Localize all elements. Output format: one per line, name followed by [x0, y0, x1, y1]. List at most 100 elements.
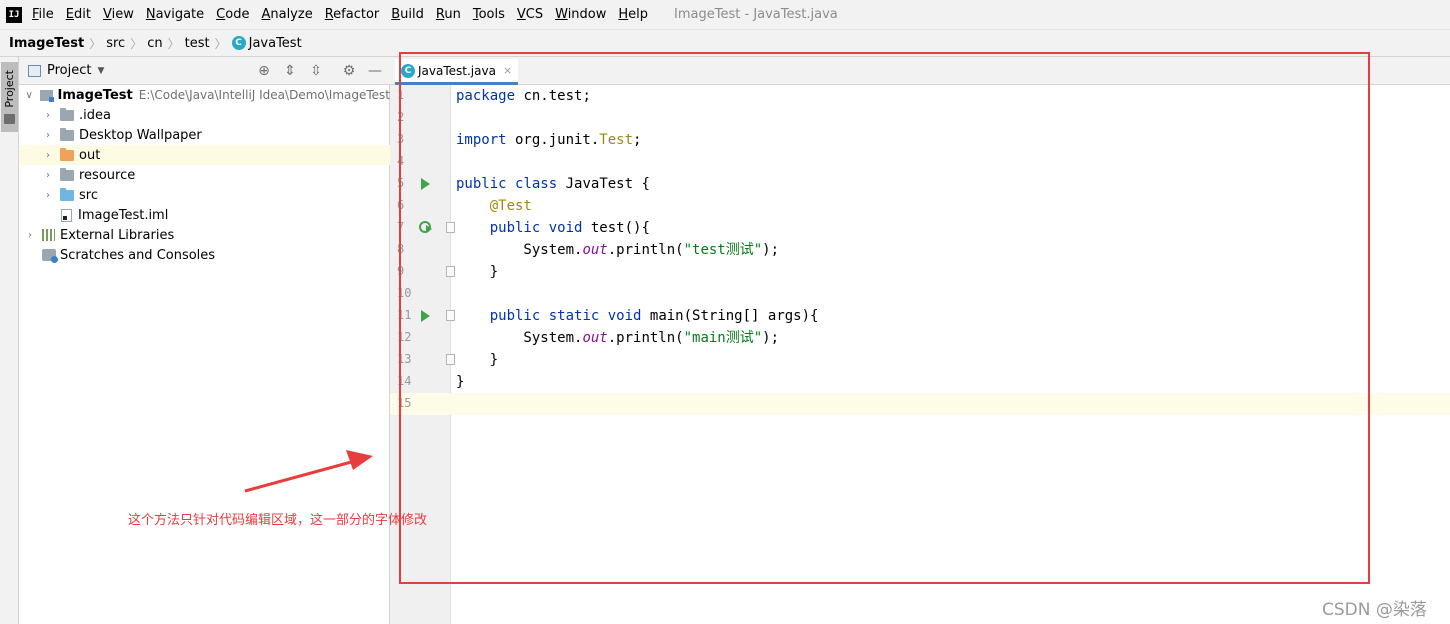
- code-line[interactable]: import org.junit.Test;: [451, 129, 1450, 151]
- tree-item-label: .idea: [79, 107, 111, 123]
- editor-tab-bar: C JavaTest.java ×: [390, 57, 1450, 85]
- menu-code[interactable]: Code: [216, 7, 249, 22]
- line-number: 10: [397, 286, 412, 300]
- line-number: 9: [397, 264, 405, 278]
- gutter-line: 2: [390, 107, 451, 129]
- line-number: 8: [397, 242, 405, 256]
- chevron-right-icon[interactable]: ›: [42, 170, 54, 181]
- code-line[interactable]: System.out.println("main测试");: [451, 327, 1450, 349]
- folder-icon: [60, 127, 74, 141]
- run-icon[interactable]: [421, 310, 430, 322]
- gutter-line: 4: [390, 151, 451, 173]
- code-line[interactable]: public void test(){: [451, 217, 1450, 239]
- gutter-line: 5: [390, 173, 451, 195]
- menu-window[interactable]: Window: [555, 7, 606, 22]
- breadcrumb-javatest[interactable]: JavaTest: [249, 36, 302, 51]
- menu-bar: IJ File Edit View Navigate Code Analyze …: [0, 0, 1450, 29]
- gutter-line: 7: [390, 217, 455, 239]
- gear-icon[interactable]: ⚙: [341, 63, 357, 79]
- menu-view[interactable]: View: [103, 7, 134, 22]
- project-view-selector[interactable]: Project: [47, 63, 91, 78]
- project-view-icon: [28, 64, 41, 77]
- tree-item-scratches[interactable]: Scratches and Consoles: [19, 245, 390, 265]
- chevron-down-icon[interactable]: ∨: [24, 90, 34, 101]
- menu-edit[interactable]: Edit: [66, 7, 91, 22]
- code-line[interactable]: }: [451, 371, 1450, 393]
- menu-analyze[interactable]: Analyze: [261, 7, 312, 22]
- watermark: CSDN @染落: [1322, 600, 1427, 620]
- chevron-right-icon: 〉: [89, 36, 102, 51]
- line-number: 14: [397, 374, 412, 388]
- chevron-right-icon[interactable]: ›: [42, 110, 54, 121]
- code-line[interactable]: public class JavaTest {: [451, 173, 1450, 195]
- code-line[interactable]: [451, 283, 1450, 305]
- code-line[interactable]: }: [451, 349, 1450, 371]
- line-number: 1: [397, 88, 405, 102]
- menu-tools[interactable]: Tools: [473, 7, 505, 22]
- chevron-right-icon[interactable]: ›: [42, 190, 54, 201]
- line-number: 5: [397, 176, 405, 190]
- menu-navigate[interactable]: Navigate: [146, 7, 204, 22]
- tree-item-src[interactable]: › src: [19, 185, 390, 205]
- scratches-icon: [42, 249, 58, 263]
- tree-item-external-libraries[interactable]: › External Libraries: [19, 225, 390, 245]
- tree-item-imagetest-iml[interactable]: ImageTest.iml: [19, 205, 390, 225]
- expand-all-icon[interactable]: ⇕: [282, 63, 298, 79]
- close-icon[interactable]: ×: [503, 64, 512, 77]
- gutter-line: 9: [390, 261, 455, 283]
- folder-icon: [60, 167, 74, 181]
- code-area[interactable]: package cn.test; import org.junit.Test; pu…: [451, 85, 1450, 624]
- tool-window-strip: Project: [0, 57, 19, 624]
- menu-refactor[interactable]: Refactor: [325, 7, 380, 22]
- editor-gutter: 1 2 3 4 5 6 7 8 9 10 11 12 13 14 15: [390, 85, 455, 624]
- chevron-right-icon[interactable]: ›: [42, 130, 54, 141]
- run-icon[interactable]: [421, 178, 430, 190]
- breadcrumb: ImageTest 〉 src 〉 cn 〉 test 〉 C JavaTest: [0, 29, 1450, 57]
- breadcrumb-cn[interactable]: cn: [147, 36, 162, 51]
- project-tool-button[interactable]: Project: [1, 62, 18, 132]
- menu-vcs[interactable]: VCS: [517, 7, 543, 22]
- code-line[interactable]: @Test: [451, 195, 1450, 217]
- breadcrumb-test[interactable]: test: [185, 36, 210, 51]
- gutter-line: 14: [390, 371, 451, 393]
- chevron-down-icon[interactable]: ▼: [97, 66, 104, 76]
- code-line[interactable]: System.out.println("test测试");: [451, 239, 1450, 261]
- code-line[interactable]: [451, 393, 1450, 415]
- code-line[interactable]: [451, 107, 1450, 129]
- breadcrumb-project[interactable]: ImageTest: [9, 36, 84, 51]
- rerun-test-icon[interactable]: [419, 221, 432, 233]
- code-line[interactable]: package cn.test;: [451, 85, 1450, 107]
- tree-item-label: Scratches and Consoles: [60, 247, 216, 263]
- excluded-folder-icon: [60, 147, 74, 161]
- tree-item-label: External Libraries: [60, 227, 175, 243]
- chevron-right-icon[interactable]: ›: [42, 150, 54, 161]
- locate-file-icon[interactable]: ⊕: [256, 63, 272, 79]
- chevron-right-icon[interactable]: ›: [24, 230, 36, 241]
- code-line[interactable]: [451, 151, 1450, 173]
- tab-javatest[interactable]: C JavaTest.java ×: [395, 59, 519, 85]
- menu-file[interactable]: File: [32, 7, 54, 22]
- tree-item-desktop-wallpaper[interactable]: › Desktop Wallpaper: [19, 125, 390, 145]
- code-line[interactable]: }: [451, 261, 1450, 283]
- tree-item-out[interactable]: › out: [19, 145, 390, 165]
- menu-help[interactable]: Help: [618, 7, 648, 22]
- tree-item-label: out: [79, 147, 101, 163]
- menu-run[interactable]: Run: [436, 7, 461, 22]
- tree-item-label: resource: [79, 167, 136, 183]
- breadcrumb-src[interactable]: src: [106, 36, 125, 51]
- code-line[interactable]: public static void main(String[] args){: [451, 305, 1450, 327]
- chevron-right-icon: 〉: [130, 36, 143, 51]
- project-panel-header: Project ▼ ⊕ ⇕ ⇳ ⚙ —: [19, 57, 390, 85]
- tree-item-imagetest[interactable]: ∨ ImageTest E:\Code\Java\IntelliJ Idea\D…: [19, 85, 390, 105]
- tree-item-path: E:\Code\Java\IntelliJ Idea\Demo\ImageTes…: [138, 88, 390, 102]
- minimize-icon[interactable]: —: [367, 63, 383, 79]
- line-number: 4: [397, 154, 405, 168]
- menu-build[interactable]: Build: [391, 7, 424, 22]
- java-class-icon: C: [401, 63, 415, 78]
- line-number: 15: [397, 396, 412, 410]
- project-tool-label: Project: [3, 70, 16, 108]
- gutter-line: 10: [390, 283, 451, 305]
- tree-item-idea[interactable]: › .idea: [19, 105, 390, 125]
- collapse-all-icon[interactable]: ⇳: [308, 63, 324, 79]
- tree-item-resource[interactable]: › resource: [19, 165, 390, 185]
